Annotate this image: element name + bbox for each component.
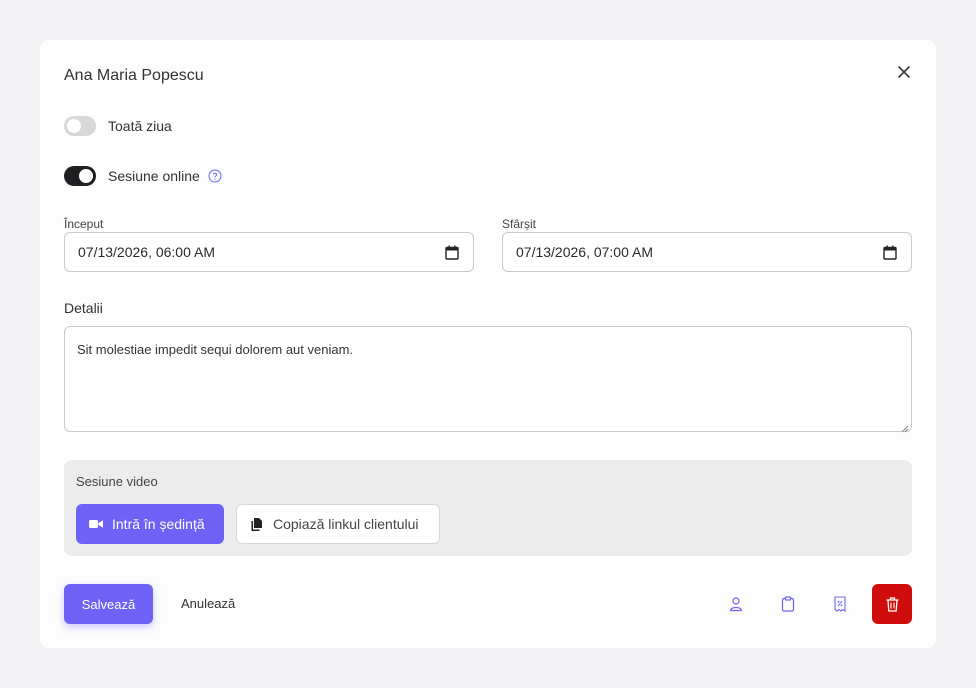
- clipboard-icon[interactable]: [768, 584, 808, 624]
- calendar-icon[interactable]: [883, 245, 897, 260]
- cancel-button[interactable]: Anulează: [181, 596, 235, 611]
- resize-grip-icon[interactable]: [901, 421, 909, 433]
- trash-icon: [886, 596, 898, 612]
- details-text: Sit molestiae impedit sequi dolorem aut …: [77, 342, 354, 357]
- dialog-title: Ana Maria Popescu: [64, 67, 204, 84]
- details-label: Detalii: [64, 300, 103, 316]
- copy-icon: [251, 517, 262, 531]
- copy-client-link-button[interactable]: Copiază linkul clientului: [236, 504, 440, 544]
- start-label: Început: [64, 217, 104, 231]
- online-session-toggle[interactable]: [64, 166, 96, 186]
- video-session-title: Sesiune video: [76, 474, 158, 489]
- details-textarea[interactable]: Sit molestiae impedit sequi dolorem aut …: [64, 326, 912, 433]
- online-session-row: Sesiune online: [64, 166, 222, 186]
- all-day-label: Toată ziua: [108, 118, 172, 134]
- event-dialog: Ana Maria Popescu Toată ziua Sesiune onl…: [40, 40, 936, 648]
- online-session-label: Sesiune online: [108, 168, 200, 184]
- user-icon[interactable]: [716, 584, 756, 624]
- video-camera-icon: [89, 520, 103, 528]
- close-icon[interactable]: [896, 64, 912, 80]
- question-circle-icon[interactable]: [208, 169, 222, 183]
- video-session-panel: Sesiune video Intră în ședință Copiază l…: [64, 460, 912, 556]
- invoice-icon[interactable]: [820, 584, 860, 624]
- start-datetime-input[interactable]: 07/13/2026, 06:00 AM: [64, 232, 474, 272]
- save-button[interactable]: Salvează: [64, 584, 153, 624]
- join-session-label: Intră în ședință: [112, 516, 205, 532]
- all-day-row: Toată ziua: [64, 116, 172, 136]
- end-datetime-value: 07/13/2026, 07:00 AM: [516, 244, 653, 260]
- copy-client-link-label: Copiază linkul clientului: [273, 516, 419, 532]
- end-datetime-input[interactable]: 07/13/2026, 07:00 AM: [502, 232, 912, 272]
- start-datetime-value: 07/13/2026, 06:00 AM: [78, 244, 215, 260]
- calendar-icon[interactable]: [445, 245, 459, 260]
- end-label: Sfârșit: [502, 217, 537, 231]
- all-day-toggle[interactable]: [64, 116, 96, 136]
- join-session-button[interactable]: Intră în ședință: [76, 504, 224, 544]
- delete-button[interactable]: [872, 584, 912, 624]
